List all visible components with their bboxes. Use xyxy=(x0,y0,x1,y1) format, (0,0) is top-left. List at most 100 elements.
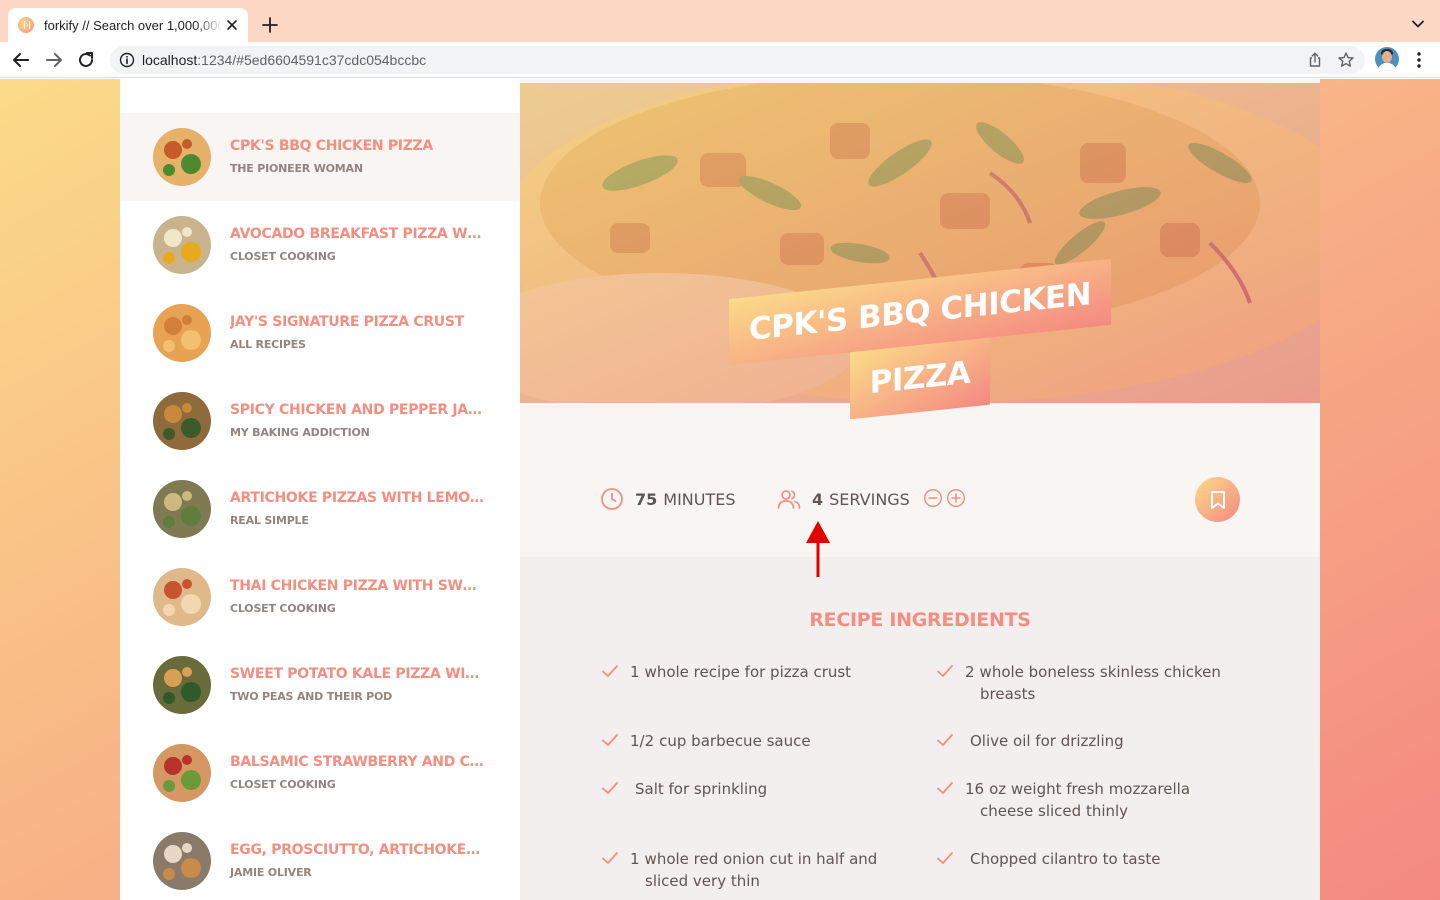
result-title: Spicy Chicken and Pepper Jack Pizza xyxy=(230,402,485,418)
servings-unit: servings xyxy=(829,489,910,509)
ingredient-item: 1/2 cup barbecue sauce xyxy=(600,730,900,752)
ingredient-quantity: 2 xyxy=(965,663,975,681)
ingredient-item: Salt for sprinkling xyxy=(600,778,900,800)
cooking-time-unit: minutes xyxy=(663,489,736,509)
result-thumbnail xyxy=(153,656,211,714)
increase-servings-icon[interactable] xyxy=(946,488,966,508)
result-item[interactable]: Thai Chicken Pizza with Sweet Chili Sauc… xyxy=(120,553,520,641)
result-thumbnail xyxy=(153,568,211,626)
browser-tab[interactable]: forkify // Search over 1,000,000 recipes xyxy=(8,8,248,42)
result-item[interactable]: Egg, Prosciutto, Artichokes, and Spinach… xyxy=(120,817,520,900)
ingredient-item: 1 whole recipe for pizza crust xyxy=(600,661,900,683)
address-bar[interactable]: localhost:1234/#5ed6604591c37cdc054bccbc xyxy=(110,46,1365,74)
browser-toolbar: localhost:1234/#5ed6604591c37cdc054bccbc xyxy=(0,42,1440,78)
share-icon[interactable] xyxy=(1306,51,1324,69)
ingredient-item: 2 whole boneless skinless chicken breasts xyxy=(935,661,1235,705)
back-arrow-icon[interactable] xyxy=(10,49,32,71)
result-title: CPK's BBQ Chicken Pizza xyxy=(230,138,433,154)
result-item[interactable]: Jay's Signature Pizza Crust All Recipes xyxy=(120,289,520,377)
result-publisher: Real Simple xyxy=(230,514,309,527)
recipe-ingredients: Recipe ingredients 1 whole recipe for piz… xyxy=(520,557,1320,900)
result-item[interactable]: Artichoke Pizzas with Lemon Aioli Real Si… xyxy=(120,465,520,553)
ingredient-description: oz weight fresh mozzarella cheese sliced… xyxy=(980,780,1191,820)
result-item[interactable]: Avocado Breakfast Pizza with Fried Egg Cl… xyxy=(120,201,520,289)
ingredient-quantity: 1 xyxy=(630,850,640,868)
bookmark-button[interactable] xyxy=(1195,477,1240,522)
reload-icon[interactable] xyxy=(75,49,97,71)
result-publisher: Closet Cooking xyxy=(230,602,336,615)
ingredient-item: 16 oz weight fresh mozzarella cheese slic… xyxy=(935,778,1235,822)
result-title: Artichoke Pizzas with Lemon Aioli xyxy=(230,490,485,506)
servings: 4 servings xyxy=(776,485,910,513)
result-thumbnail xyxy=(153,392,211,450)
result-title: Thai Chicken Pizza with Sweet Chili Sauc… xyxy=(230,578,485,594)
check-icon xyxy=(937,734,953,746)
result-title: Jay's Signature Pizza Crust xyxy=(230,314,464,330)
annotation-arrow-icon xyxy=(806,521,830,577)
result-item[interactable]: Spicy Chicken and Pepper Jack Pizza My Ba… xyxy=(120,377,520,465)
chevron-down-icon[interactable] xyxy=(1409,15,1427,33)
result-item[interactable]: CPK's BBQ Chicken Pizza The Pioneer Woman xyxy=(120,113,520,201)
ingredient-item: 1 whole red onion cut in half and sliced … xyxy=(600,848,900,892)
bookmark-star-icon[interactable] xyxy=(1337,51,1355,69)
ingredient-description: Olive oil for drizzling xyxy=(970,732,1124,750)
url-text: localhost:1234/#5ed6604591c37cdc054bccbc xyxy=(142,52,427,68)
ingredient-description: whole boneless skinless chicken breasts xyxy=(979,663,1221,703)
result-thumbnail xyxy=(153,744,211,802)
ingredient-description: cup barbecue sauce xyxy=(659,732,811,750)
site-info-icon[interactable] xyxy=(119,52,135,68)
result-thumbnail xyxy=(153,128,211,186)
ingredient-item: Olive oil for drizzling xyxy=(935,730,1235,752)
ingredients-heading: Recipe ingredients xyxy=(809,609,1031,631)
browser-tabstrip: forkify // Search over 1,000,000 recipes xyxy=(0,0,1440,42)
ingredient-quantity: 1 xyxy=(630,663,640,681)
result-item[interactable]: Sweet Potato Kale Pizza with Rosemary Two… xyxy=(120,641,520,729)
result-title: Avocado Breakfast Pizza with Fried Egg xyxy=(230,226,485,242)
cooking-time: 75 minutes xyxy=(600,485,736,513)
ingredient-description: whole red onion cut in half and sliced v… xyxy=(644,850,878,890)
forkify-app: CPK's BBQ Chicken Pizza The Pioneer Woman… xyxy=(120,79,1320,900)
profile-avatar[interactable] xyxy=(1375,47,1399,71)
result-title: Sweet Potato Kale Pizza with Rosemary xyxy=(230,666,485,682)
users-icon xyxy=(777,490,801,509)
result-publisher: My Baking Addiction xyxy=(230,426,370,439)
result-publisher: Closet Cooking xyxy=(230,250,336,263)
result-publisher: Two Peas and Their Pod xyxy=(230,690,393,703)
recipe-title-line-2: Pizza xyxy=(849,337,991,419)
result-publisher: The Pioneer Woman xyxy=(230,162,363,175)
result-publisher: All Recipes xyxy=(230,338,306,351)
check-icon xyxy=(937,852,953,864)
check-icon xyxy=(602,852,618,864)
page-viewport: CPK's BBQ Chicken Pizza The Pioneer Woman… xyxy=(0,79,1440,900)
result-thumbnail xyxy=(153,480,211,538)
decrease-servings-icon[interactable] xyxy=(923,488,943,508)
ingredient-item: Chopped cilantro to taste xyxy=(935,848,1235,870)
result-publisher: Jamie Oliver xyxy=(230,866,312,879)
recipe-details: 75 minutes 4 servings xyxy=(520,477,1320,559)
check-icon xyxy=(602,782,618,794)
result-thumbnail xyxy=(153,832,211,890)
browser-menu-icon[interactable] xyxy=(1410,50,1428,70)
check-icon xyxy=(937,665,953,677)
tab-title: forkify // Search over 1,000,000 recipes xyxy=(44,17,222,33)
forkify-favicon-icon xyxy=(18,17,34,33)
check-icon xyxy=(602,665,618,677)
ingredient-description: Chopped cilantro to taste xyxy=(970,850,1161,868)
ingredient-description: Salt for sprinkling xyxy=(635,780,768,798)
result-item[interactable]: Balsamic Strawberry and Chicken Pizza Clo… xyxy=(120,729,520,817)
check-icon xyxy=(937,782,953,794)
cooking-time-value: 75 xyxy=(635,489,658,509)
result-title: Balsamic Strawberry and Chicken Pizza xyxy=(230,754,485,770)
forward-arrow-icon[interactable] xyxy=(43,49,65,71)
ingredient-description: whole recipe for pizza crust xyxy=(644,663,852,681)
result-thumbnail xyxy=(153,216,211,274)
bookmark-icon xyxy=(1210,490,1225,509)
result-title: Egg, Prosciutto, Artichokes, and Spinach… xyxy=(230,842,485,858)
search-results: CPK's BBQ Chicken Pizza The Pioneer Woman… xyxy=(120,79,520,900)
new-tab-icon[interactable] xyxy=(260,15,280,35)
clock-icon xyxy=(601,488,623,510)
ingredient-quantity: 1/2 xyxy=(630,732,655,750)
servings-value: 4 xyxy=(812,489,824,509)
recipe-view: CPK's BBQ Chicken Pizza 75 minutes 4 ser… xyxy=(520,79,1320,900)
close-tab-icon[interactable] xyxy=(224,17,240,33)
